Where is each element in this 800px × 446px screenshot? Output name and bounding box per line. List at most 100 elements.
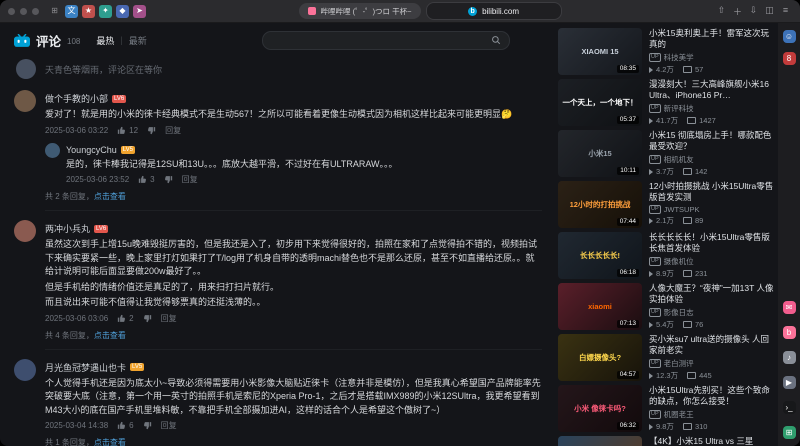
- dislike-button[interactable]: [143, 314, 152, 323]
- video-uploader[interactable]: UP 影像日志: [649, 307, 774, 318]
- video-thumbnail[interactable]: 一个天上，一个地下！ 05:37: [558, 79, 642, 126]
- video-title[interactable]: 人像大魔王？“夜神”一加13T 人像实拍体验: [649, 283, 774, 304]
- video-thumbnail[interactable]: xiaomi 07:13: [558, 283, 642, 330]
- avatar[interactable]: [14, 90, 36, 112]
- video-uploader[interactable]: UP JWTSUPK: [649, 205, 774, 214]
- bilibili-icon[interactable]: b: [782, 326, 796, 339]
- video-thumbnail[interactable]: 12小时的打拍挑战 07:44: [558, 181, 642, 228]
- video-card[interactable]: xiaomi 07:13 人像大魔王？“夜神”一加13T 人像实拍体验 UP 影像日志 5…: [558, 283, 774, 330]
- level-badge: LV6: [112, 94, 127, 103]
- video-card[interactable]: 15U vs S25U15:24 【4K】小米15 Ultra vs 三星Gala…: [558, 436, 774, 446]
- terminal-icon[interactable]: ›_: [782, 401, 796, 414]
- video-uploader[interactable]: UP 新评科技: [649, 103, 774, 114]
- like-button[interactable]: 3: [138, 175, 155, 184]
- search-input[interactable]: [271, 34, 491, 46]
- music-icon[interactable]: ♪: [782, 351, 796, 364]
- video-thumbnail[interactable]: 小米15 10:11: [558, 130, 642, 177]
- video-card[interactable]: 小米 像徕卡吗? 06:32 小米15Ultra先别买！这些个致命的缺点，你怎么接受…: [558, 385, 774, 432]
- comment-input-placeholder[interactable]: 天青色等烟雨，评论区在等你: [45, 63, 162, 76]
- video-title[interactable]: 漫漫刻大！三大高峰旗舰小米16 Ultra、iPhone16 Pr…: [649, 79, 774, 100]
- avatar[interactable]: [45, 142, 60, 158]
- video-card[interactable]: 白嫖摄像头? 04:57 买小米su7 ultra送的摄像头 人回家前老实 UP 老白测…: [558, 334, 774, 381]
- video-thumbnail[interactable]: 长长长长长! 06:18: [558, 232, 642, 279]
- view-replies[interactable]: 共 2 条回复，点击查看: [45, 191, 542, 202]
- video-thumbnail[interactable]: 15U vs S25U15:24: [558, 436, 642, 446]
- video-thumbnail[interactable]: 小米 像徕卡吗? 06:32: [558, 385, 642, 432]
- like-button[interactable]: 6: [117, 421, 134, 430]
- video-card[interactable]: 长长长长长! 06:18 长长长长长！小米15Ultra零售版长焦首发体验 UP 摄像机…: [558, 232, 774, 279]
- tab-hottest[interactable]: 最热: [96, 34, 114, 47]
- clipper-icon[interactable]: ✦: [99, 4, 112, 18]
- share-icon[interactable]: ⇧: [715, 5, 728, 18]
- video-uploader[interactable]: UP 摄像机位: [649, 256, 774, 267]
- downloads-icon[interactable]: ⇩: [747, 5, 760, 18]
- chat-icon[interactable]: ✉: [782, 301, 796, 314]
- search-icon[interactable]: [491, 35, 501, 45]
- browser-tab-inactive[interactable]: 哔哩哔哩 (゜-゜)つロ 干杯~: [299, 3, 421, 19]
- window-minimize-button[interactable]: [20, 7, 27, 15]
- play-icon: [649, 372, 653, 379]
- video-title[interactable]: 小米15奥利奥上手！雷军这次玩真的: [649, 28, 774, 49]
- danmaku-icon: [682, 423, 692, 430]
- my-avatar[interactable]: [16, 59, 36, 79]
- apps-icon[interactable]: ⊞: [782, 426, 796, 439]
- video-uploader[interactable]: UP 机圈老王: [649, 409, 774, 420]
- notifications-badge-icon[interactable]: 8: [782, 52, 796, 65]
- address-bar[interactable]: b bilibili.com: [425, 2, 562, 20]
- dislike-button[interactable]: [143, 421, 152, 430]
- reply-button[interactable]: 回复: [182, 174, 198, 185]
- comment-username[interactable]: 两冲小兵丸: [45, 222, 90, 235]
- comment-sort-tabs: 最热 | 最新: [96, 34, 146, 47]
- play-icon: [649, 270, 653, 277]
- video-uploader[interactable]: UP 科技美学: [649, 52, 774, 63]
- video-card[interactable]: XIAOMI 15 08:35 小米15奥利奥上手！雷军这次玩真的 UP 科技美学 4.2…: [558, 28, 774, 75]
- video-thumbnail[interactable]: 白嫖摄像头? 04:57: [558, 334, 642, 381]
- view-replies[interactable]: 共 1 条回复，点击查看: [45, 437, 542, 446]
- search-box[interactable]: [262, 30, 510, 50]
- video-title[interactable]: 12小时拍摄挑战 小米15Ultra零售版首发实测: [649, 181, 774, 202]
- new-tab-icon[interactable]: ＋: [731, 5, 744, 18]
- panels-icon[interactable]: ◫: [763, 5, 776, 18]
- dev-icon[interactable]: ◆: [116, 4, 129, 18]
- like-icon: [118, 421, 126, 429]
- video-thumbnail[interactable]: XIAOMI 15 08:35: [558, 28, 642, 75]
- reply-button[interactable]: 回复: [161, 313, 177, 324]
- up-icon: UP: [649, 410, 661, 419]
- video-uploader[interactable]: UP 老白测评: [649, 358, 774, 369]
- video-card[interactable]: 一个天上，一个地下！ 05:37 漫漫刻大！三大高峰旗舰小米16 Ultra、iPh…: [558, 79, 774, 126]
- like-button[interactable]: 12: [117, 126, 138, 135]
- avatar[interactable]: [14, 358, 36, 381]
- video-card[interactable]: 小米15 10:11 小米15 彻底塌房上手！哪款配色最受欢迎？ UP 相机机友 3.7万…: [558, 130, 774, 177]
- video-title[interactable]: 长长长长长！小米15Ultra零售版长焦首发体验: [649, 232, 774, 253]
- video-title[interactable]: 【4K】小米15 Ultra vs 三星Galaxy S25 Ultra：东京实…: [649, 436, 774, 446]
- video-uploader[interactable]: UP 相机机友: [649, 154, 774, 165]
- video-title[interactable]: 买小米su7 ultra送的摄像头 人回家前老实: [649, 334, 774, 355]
- reply-button[interactable]: 回复: [165, 125, 181, 136]
- window-close-button[interactable]: [8, 7, 15, 15]
- up-icon: UP: [649, 359, 661, 368]
- window-zoom-button[interactable]: [32, 7, 39, 15]
- avatar[interactable]: [14, 220, 36, 242]
- grid-icon[interactable]: ⊞: [48, 5, 61, 18]
- video-icon[interactable]: ▶: [782, 376, 796, 389]
- pin-icon[interactable]: ➤: [133, 4, 146, 18]
- profile-icon[interactable]: ☺: [782, 30, 796, 43]
- video-title[interactable]: 小米15Ultra先别买！这些个致命的缺点，你怎么接受！: [649, 385, 774, 406]
- comment-username[interactable]: 做个手教的小部: [45, 92, 108, 105]
- menu-icon[interactable]: ≡: [779, 5, 792, 18]
- comment-username[interactable]: YoungcyChu: [66, 145, 117, 155]
- comment-username[interactable]: 月光鱼冠梦遇山也卡: [45, 361, 126, 374]
- bookmark-icon[interactable]: ★: [82, 4, 95, 18]
- reply-button[interactable]: 回复: [161, 420, 177, 431]
- like-button[interactable]: 2: [117, 314, 134, 323]
- dislike-button[interactable]: [147, 126, 156, 135]
- video-duration: 07:44: [616, 217, 639, 226]
- comment-meta: 2025-03-06 23:52 3 回复: [66, 174, 542, 185]
- video-title[interactable]: 小米15 彻底塌房上手！哪款配色最受欢迎？: [649, 130, 774, 151]
- translate-icon[interactable]: 文: [65, 4, 78, 18]
- dislike-button[interactable]: [164, 175, 173, 184]
- tab-newest[interactable]: 最新: [129, 34, 147, 47]
- video-card[interactable]: 12小时的打拍挑战 07:44 12小时拍摄挑战 小米15Ultra零售版首发实测 U…: [558, 181, 774, 228]
- comment-input-row[interactable]: 天青色等烟雨，评论区在等你: [16, 59, 542, 79]
- view-replies[interactable]: 共 4 条回复，点击查看: [45, 330, 542, 341]
